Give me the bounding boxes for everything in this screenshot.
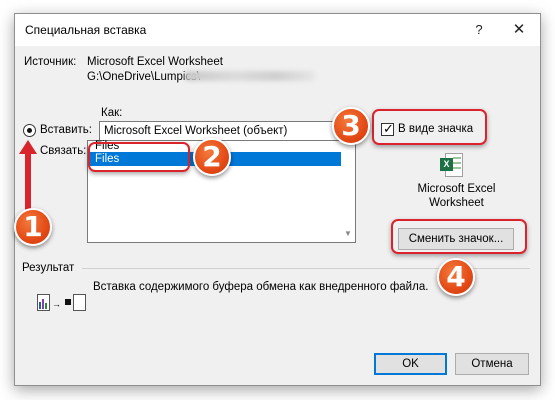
result-label: Результат [22, 262, 75, 274]
format-combo-value: Microsoft Excel Worksheet (объект) [104, 125, 288, 137]
paste-result-icon: → [37, 294, 87, 314]
excel-file-icon: X [440, 153, 466, 177]
source-name: Microsoft Excel Worksheet [87, 56, 223, 68]
radio-selected-dot [27, 128, 32, 133]
step-badge-1: 1 [14, 208, 52, 246]
source-label: Источник: [24, 56, 77, 68]
highlight-box-files [88, 142, 190, 172]
highlight-box-change-icon [391, 219, 527, 254]
close-button[interactable]: ✕ [506, 17, 532, 43]
ok-button[interactable]: OK [374, 353, 447, 375]
cancel-button[interactable]: Отмена [455, 353, 529, 375]
result-description: Вставка содержимого буфера обмена как вн… [93, 281, 429, 293]
blurred-path [185, 71, 315, 81]
step-badge-2: 2 [193, 138, 231, 176]
title-bar: Специальная вставка ? ✕ [15, 14, 540, 46]
scroll-down-arrow-icon[interactable]: ▼ [342, 228, 354, 240]
format-combo[interactable]: Microsoft Excel Worksheet (объект) [99, 121, 358, 141]
step-badge-3: 3 [332, 107, 370, 145]
paste-radio[interactable] [23, 124, 36, 137]
up-arrow-icon [19, 140, 37, 210]
excel-badge: X [440, 158, 453, 171]
help-button[interactable]: ? [466, 17, 492, 43]
icon-caption-line1: Microsoft Excel [417, 183, 496, 195]
highlight-box-display-as-icon [372, 109, 487, 145]
paste-radio-label[interactable]: Вставить: [40, 124, 92, 136]
link-radio-label[interactable]: Связать: [40, 145, 86, 157]
step-badge-4: 4 [437, 258, 475, 296]
icon-caption-line2: Worksheet [429, 197, 484, 209]
dialog-title: Специальная вставка [25, 23, 147, 37]
source-path: G:\OneDrive\Lumpics\ [87, 71, 201, 83]
as-label: Как: [101, 107, 123, 119]
